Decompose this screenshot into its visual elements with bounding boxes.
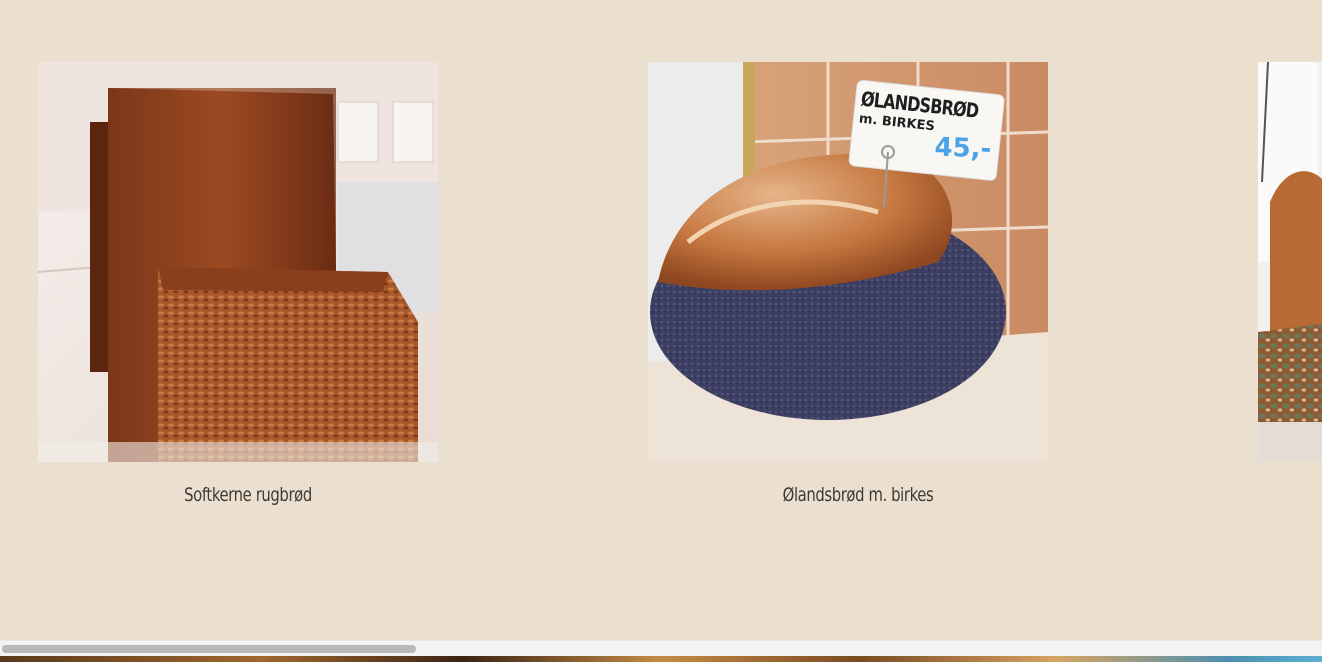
price-sign-price: 45,- — [934, 132, 992, 165]
gallery-item-caption: Ølandsbrød m. birkes — [782, 484, 934, 506]
gallery-item-caption: Softkerne rugbrød — [184, 484, 312, 506]
next-section-image — [0, 656, 1322, 662]
product-gallery: Softkerne rugbrød ØLANDSBRØD m. BIRKES 4… — [0, 0, 1322, 640]
horizontal-scrollbar[interactable] — [0, 640, 1322, 657]
price-sign: ØLANDSBRØD m. BIRKES 45,- — [854, 85, 1007, 180]
rye-bread-photo[interactable] — [38, 62, 438, 462]
poppy-seed-bread-photo[interactable]: ØLANDSBRØD m. BIRKES 45,- — [648, 62, 1048, 462]
scrollbar-thumb[interactable] — [2, 645, 416, 653]
gallery-item[interactable]: ØLANDSBRØD m. BIRKES 45,- — [648, 62, 1048, 462]
gallery-item[interactable] — [1258, 62, 1322, 462]
seeded-bread-photo[interactable] — [1258, 62, 1322, 462]
gallery-item[interactable] — [38, 62, 438, 462]
